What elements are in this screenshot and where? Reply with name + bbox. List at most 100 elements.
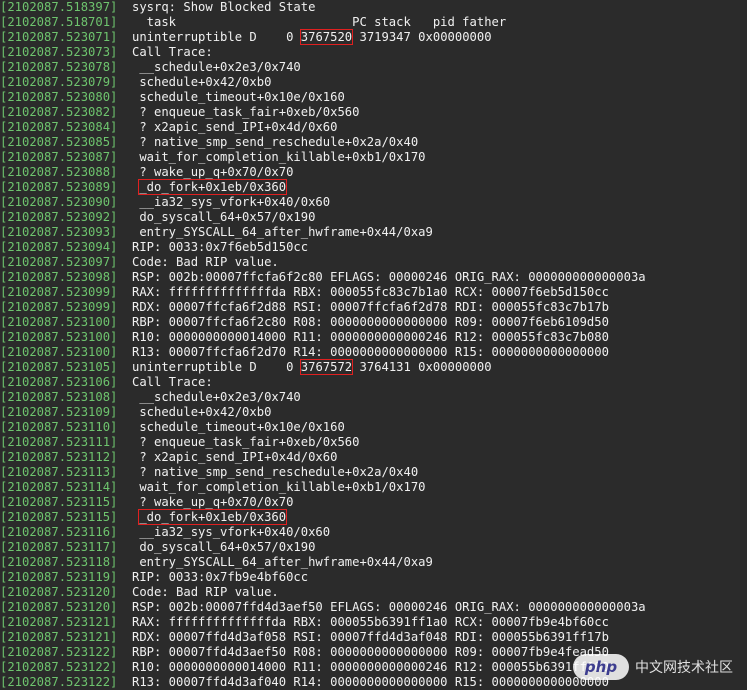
log-line: [2102087.523110] schedule_timeout+0x10e/… — [0, 420, 747, 435]
log-line: [2102087.523092] do_syscall_64+0x57/0x19… — [0, 210, 747, 225]
log-text: 3764131 0x00000000 — [352, 360, 492, 374]
log-message: RBP: 00007ffcfa6f2c80 R08: 0000000000000… — [132, 315, 609, 329]
log-line: [2102087.523071] uninterruptible D 0 3767… — [0, 29, 747, 45]
log-message: Call Trace: — [132, 375, 213, 389]
log-timestamp: [2102087.523105] — [0, 360, 118, 374]
log-text: Code: Bad RIP value. — [132, 585, 279, 599]
log-message: R13: 00007ffcfa6f2d70 R14: 0000000000000… — [132, 345, 609, 359]
log-timestamp: [2102087.523109] — [0, 405, 118, 419]
log-message: sysrq: Show Blocked State — [132, 0, 315, 14]
log-line: [2102087.523080] schedule_timeout+0x10e/… — [0, 90, 747, 105]
log-text: RDX: 00007ffcfa6f2d88 RSI: 00007ffcfa6f2… — [132, 300, 609, 314]
log-message: ? x2apic_send_IPI+0x4d/0x60 — [132, 120, 337, 134]
log-timestamp: [2102087.523122] — [0, 660, 118, 674]
log-text: ? wake_up_q+0x70/0x70 — [132, 165, 294, 179]
log-message: RAX: ffffffffffffffda RBX: 000055fc83c7b… — [132, 285, 609, 299]
log-line: [2102087.523121] RDX: 00007ffd4d3af058 RS… — [0, 630, 747, 645]
log-line: [2102087.523120] Code: Bad RIP value. — [0, 585, 747, 600]
log-timestamp: [2102087.523079] — [0, 75, 118, 89]
log-timestamp: [2102087.523087] — [0, 150, 118, 164]
log-timestamp: [2102087.523071] — [0, 30, 118, 44]
log-timestamp: [2102087.523100] — [0, 315, 118, 329]
log-message: __ia32_sys_vfork+0x40/0x60 — [132, 195, 330, 209]
log-message: RSP: 002b:00007ffcfa6f2c80 EFLAGS: 00000… — [132, 270, 646, 284]
log-timestamp: [2102087.523112] — [0, 450, 118, 464]
log-text: uninterruptible D 0 — [132, 30, 301, 44]
log-message: RIP: 0033:0x7fb9e4bf60cc — [132, 570, 308, 584]
highlighted-frame: _do_fork+0x1eb/0x360 — [138, 179, 288, 195]
log-timestamp: [2102087.523117] — [0, 540, 118, 554]
log-line: [2102087.523115] _do_fork+0x1eb/0x360 — [0, 509, 747, 525]
log-line: [2102087.523100] RBP: 00007ffcfa6f2c80 R0… — [0, 315, 747, 330]
log-message: ? enqueue_task_fair+0xeb/0x560 — [132, 435, 359, 449]
log-timestamp: [2102087.523119] — [0, 570, 118, 584]
log-text: RAX: ffffffffffffffda RBX: 000055b6391ff… — [132, 615, 609, 629]
log-line: [2102087.523099] RDX: 00007ffcfa6f2d88 RS… — [0, 300, 747, 315]
log-line: [2102087.523106] Call Trace: — [0, 375, 747, 390]
log-timestamp: [2102087.523122] — [0, 645, 118, 659]
log-message: RBP: 00007ffd4d3aef50 R08: 0000000000000… — [132, 645, 609, 659]
log-line: [2102087.523117] do_syscall_64+0x57/0x19… — [0, 540, 747, 555]
log-text: ? enqueue_task_fair+0xeb/0x560 — [132, 105, 360, 119]
log-line: [2102087.523121] RAX: ffffffffffffffda RB… — [0, 615, 747, 630]
log-text: entry_SYSCALL_64_after_hwframe+0x44/0xa9 — [132, 225, 433, 239]
log-line: [2102087.523119] RIP: 0033:0x7fb9e4bf60cc — [0, 570, 747, 585]
log-text: RIP: 0033:0x7f6eb5d150cc — [132, 240, 309, 254]
log-timestamp: [2102087.523106] — [0, 375, 118, 389]
log-line: [2102087.518397] sysrq: Show Blocked Stat… — [0, 0, 747, 15]
log-text: RSP: 002b:00007ffd4d3aef50 EFLAGS: 00000… — [132, 600, 646, 614]
log-text: RBP: 00007ffd4d3aef50 R08: 0000000000000… — [132, 645, 609, 659]
log-line: [2102087.523078] __schedule+0x2e3/0x740 — [0, 60, 747, 75]
log-message: do_syscall_64+0x57/0x190 — [132, 540, 315, 554]
log-text: ? x2apic_send_IPI+0x4d/0x60 — [132, 450, 338, 464]
log-text: wait_for_completion_killable+0xb1/0x170 — [132, 480, 426, 494]
log-text: __ia32_sys_vfork+0x40/0x60 — [132, 195, 331, 209]
log-message: __schedule+0x2e3/0x740 — [132, 60, 301, 74]
log-line: [2102087.523097] Code: Bad RIP value. — [0, 255, 747, 270]
log-timestamp: [2102087.523089] — [0, 180, 118, 194]
log-line: [2102087.523109] schedule+0x42/0xb0 — [0, 405, 747, 420]
log-message: RDX: 00007ffcfa6f2d88 RSI: 00007ffcfa6f2… — [132, 300, 609, 314]
highlighted-frame: _do_fork+0x1eb/0x360 — [138, 509, 288, 525]
log-text: do_syscall_64+0x57/0x190 — [132, 210, 316, 224]
log-line: [2102087.523090] __ia32_sys_vfork+0x40/0… — [0, 195, 747, 210]
log-line: [2102087.523085] ? native_smp_send_resch… — [0, 135, 747, 150]
log-text: schedule_timeout+0x10e/0x160 — [132, 90, 345, 104]
log-text: __schedule+0x2e3/0x740 — [132, 390, 301, 404]
log-text: RDX: 00007ffd4d3af058 RSI: 00007ffd4d3af… — [132, 630, 609, 644]
log-line: [2102087.523100] R10: 0000000000014000 R1… — [0, 330, 747, 345]
log-timestamp: [2102087.518397] — [0, 0, 118, 14]
log-line: [2102087.523098] RSP: 002b:00007ffcfa6f2c… — [0, 270, 747, 285]
log-message: _do_fork+0x1eb/0x360 — [132, 179, 288, 195]
log-timestamp: [2102087.523073] — [0, 45, 118, 59]
log-text: __schedule+0x2e3/0x740 — [132, 60, 301, 74]
log-line: [2102087.523113] ? native_smp_send_resch… — [0, 465, 747, 480]
log-message: RAX: ffffffffffffffda RBX: 000055b6391ff… — [132, 615, 609, 629]
log-timestamp: [2102087.523082] — [0, 105, 118, 119]
log-timestamp: [2102087.523121] — [0, 615, 118, 629]
log-line: [2102087.523115] ? wake_up_q+0x70/0x70 — [0, 495, 747, 510]
log-text: schedule+0x42/0xb0 — [132, 75, 272, 89]
log-message: R10: 0000000000014000 R11: 0000000000000… — [132, 330, 609, 344]
log-line: [2102087.523093] entry_SYSCALL_64_after_… — [0, 225, 747, 240]
log-text: uninterruptible D 0 — [132, 360, 301, 374]
log-text: R10: 0000000000014000 R11: 0000000000000… — [132, 330, 609, 344]
log-timestamp: [2102087.523114] — [0, 480, 118, 494]
log-text: task PC stack pid father — [132, 15, 507, 29]
log-text: ? x2apic_send_IPI+0x4d/0x60 — [132, 120, 338, 134]
log-text: R10: 0000000000014000 R11: 0000000000000… — [132, 660, 609, 674]
log-message: wait_for_completion_killable+0xb1/0x170 — [132, 150, 425, 164]
log-message: R10: 0000000000014000 R11: 0000000000000… — [132, 660, 609, 674]
php-logo-icon: php — [573, 654, 629, 680]
log-line: [2102087.523100] R13: 00007ffcfa6f2d70 R1… — [0, 345, 747, 360]
log-line: [2102087.523118] entry_SYSCALL_64_after_… — [0, 555, 747, 570]
log-message: ? wake_up_q+0x70/0x70 — [132, 495, 293, 509]
log-line: [2102087.523112] ? x2apic_send_IPI+0x4d/… — [0, 450, 747, 465]
log-message: Code: Bad RIP value. — [132, 585, 279, 599]
watermark-text: 中文网技术社区 — [635, 660, 733, 676]
log-message: ? wake_up_q+0x70/0x70 — [132, 165, 293, 179]
log-line: [2102087.523116] __ia32_sys_vfork+0x40/0… — [0, 525, 747, 540]
highlighted-pid: 3767520 — [299, 29, 354, 45]
log-message: Code: Bad RIP value. — [132, 255, 279, 269]
log-timestamp: [2102087.523120] — [0, 585, 118, 599]
